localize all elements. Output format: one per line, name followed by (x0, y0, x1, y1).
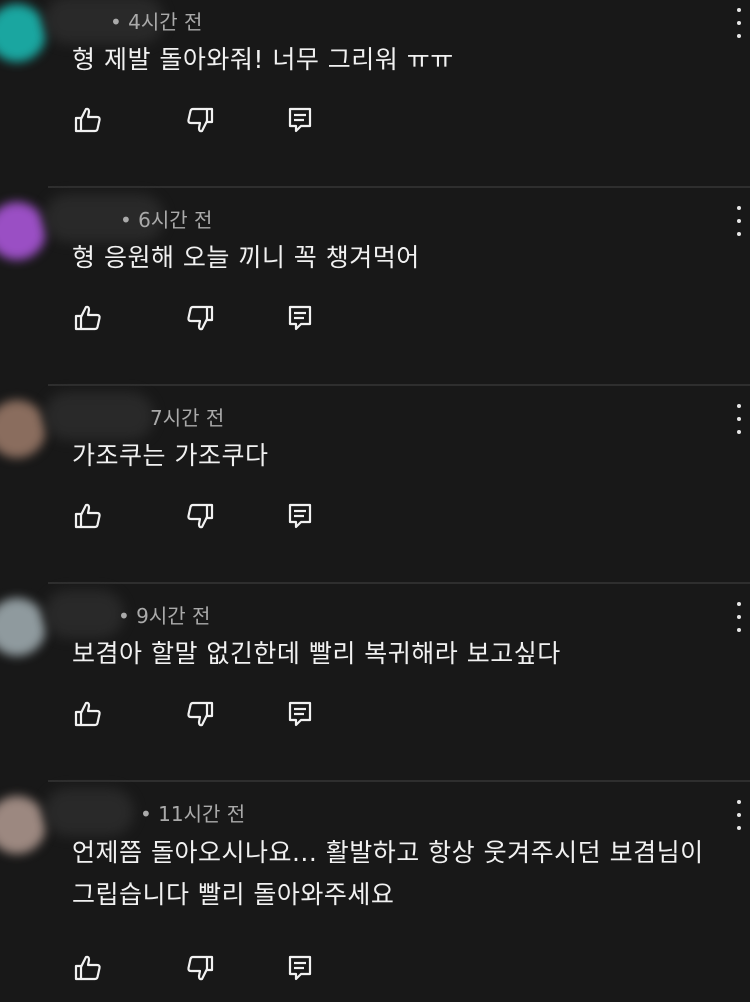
author-name-redacted (44, 590, 124, 638)
comment-meta: • 6시간 전 (120, 208, 213, 232)
thumb-down-icon[interactable] (184, 500, 216, 532)
author-name-redacted (44, 392, 154, 440)
comment-meta: • 9시간 전 (118, 604, 211, 628)
comment-text: 보겸아 할말 없긴한데 빨리 복귀해라 보고싶다 (72, 639, 561, 668)
thumb-down-icon[interactable] (184, 698, 216, 730)
reply-icon[interactable] (284, 500, 316, 532)
thumb-down-icon[interactable] (184, 302, 216, 334)
thumb-up-icon[interactable] (72, 104, 104, 136)
more-vertical-icon[interactable] (734, 8, 744, 38)
more-vertical-icon[interactable] (734, 206, 744, 236)
comment-item: • 6시간 전 형 응원해 오늘 끼니 꼭 챙겨먹어 (0, 188, 750, 386)
thumb-down-icon[interactable] (184, 952, 216, 984)
comment-text: 형 제발 돌아와줘! 너무 그리워 ㅠㅠ (72, 45, 454, 74)
more-vertical-icon[interactable] (734, 800, 744, 830)
thumb-up-icon[interactable] (72, 698, 104, 730)
reply-icon[interactable] (284, 952, 316, 984)
reply-icon[interactable] (284, 698, 316, 730)
comment-item: • 9시간 전 보겸아 할말 없긴한데 빨리 복귀해라 보고싶다 (0, 584, 750, 782)
thumb-down-icon[interactable] (184, 104, 216, 136)
thumb-up-icon[interactable] (72, 500, 104, 532)
avatar[interactable] (0, 400, 46, 458)
avatar[interactable] (0, 202, 46, 260)
avatar[interactable] (0, 796, 46, 854)
comment-item: • 11시간 전 언제쯤 돌아오시나요... 활발하고 항상 웃겨주시던 보겸님… (0, 782, 750, 1002)
comment-item: 7시간 전 가조쿠는 가조쿠다 (0, 386, 750, 584)
more-vertical-icon[interactable] (734, 602, 744, 632)
avatar[interactable] (0, 598, 46, 656)
comment-text: 언제쯤 돌아오시나요... 활발하고 항상 웃겨주시던 보겸님이 그립습니다 빨… (72, 838, 704, 909)
comment-text: 가조쿠는 가조쿠다 (72, 441, 269, 470)
avatar[interactable] (0, 4, 46, 62)
author-name-redacted (44, 788, 134, 836)
comment-meta: 7시간 전 (150, 406, 225, 430)
comment-meta: • 4시간 전 (110, 10, 203, 34)
comment-item: • 4시간 전 형 제발 돌아와줘! 너무 그리워 ㅠㅠ (0, 0, 750, 188)
comment-text: 형 응원해 오늘 끼니 꼭 챙겨먹어 (72, 243, 420, 272)
comment-meta: • 11시간 전 (140, 802, 246, 826)
thumb-up-icon[interactable] (72, 952, 104, 984)
reply-icon[interactable] (284, 302, 316, 334)
thumb-up-icon[interactable] (72, 302, 104, 334)
reply-icon[interactable] (284, 104, 316, 136)
more-vertical-icon[interactable] (734, 404, 744, 434)
